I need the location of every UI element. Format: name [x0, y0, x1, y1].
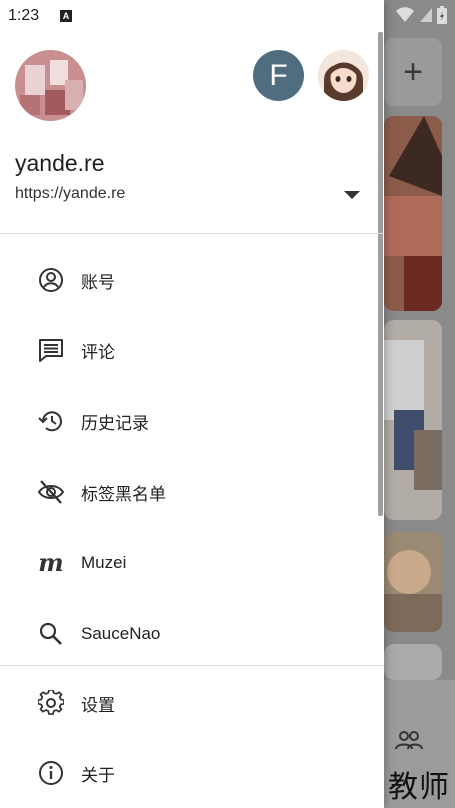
- account-f-avatar[interactable]: F: [253, 50, 304, 101]
- image-card[interactable]: [384, 532, 442, 632]
- status-time: 1:23: [8, 7, 40, 24]
- image-card[interactable]: [384, 320, 442, 520]
- image-card[interactable]: [384, 644, 442, 680]
- image-thumbnail: [384, 116, 442, 311]
- menu-item-label: 标签黑名单: [81, 484, 166, 504]
- watermark-text: 教师: [388, 770, 450, 805]
- menu-item-muzei[interactable]: m Muzei: [0, 531, 384, 595]
- gear-icon: [37, 689, 65, 717]
- menu-item-saucenao[interactable]: SauceNao: [0, 602, 384, 666]
- history-icon: [37, 407, 65, 435]
- menu-item-account[interactable]: 账号: [0, 248, 384, 312]
- image-thumbnail: [384, 532, 442, 632]
- search-icon: [37, 620, 65, 648]
- eye-off-icon: [37, 478, 65, 506]
- profile-site-url: https://yande.re: [15, 185, 126, 202]
- menu-item-comments[interactable]: 评论: [0, 318, 384, 382]
- divider: [0, 665, 384, 666]
- info-icon: [37, 759, 65, 787]
- profile-avatar[interactable]: [15, 50, 86, 121]
- notification-badge: A: [60, 10, 72, 22]
- menu-item-label: 账号: [81, 272, 115, 292]
- people-icon[interactable]: [395, 730, 423, 756]
- divider: [0, 233, 384, 234]
- wifi-icon: [396, 7, 414, 22]
- menu-item-label: Muzei: [81, 553, 127, 572]
- menu-item-label: 历史记录: [81, 413, 149, 433]
- account-circle-icon: [37, 266, 65, 294]
- menu-item-tag-blacklist[interactable]: 标签黑名单: [0, 460, 384, 524]
- account-anime-avatar[interactable]: [318, 50, 369, 101]
- account-dropdown-icon[interactable]: [344, 191, 360, 199]
- status-bar: 1:23 A: [0, 0, 455, 32]
- menu-item-label: 设置: [81, 695, 115, 715]
- signal-icon: [420, 8, 432, 22]
- menu-item-about[interactable]: 关于: [0, 741, 384, 805]
- status-icons: [395, 6, 447, 24]
- menu-item-label: SauceNao: [81, 624, 161, 643]
- image-card[interactable]: [384, 116, 442, 311]
- muzei-icon: m: [38, 548, 64, 577]
- profile-site-title: yande.re: [15, 150, 105, 176]
- image-thumbnail: [384, 320, 442, 520]
- comment-icon: [37, 336, 65, 364]
- menu-item-label: 关于: [81, 765, 115, 785]
- battery-icon: [437, 6, 447, 24]
- menu-item-label: 评论: [81, 342, 115, 362]
- navigation-drawer: F yande.re https://yande.re 账号 评论 历史记录 标…: [0, 0, 384, 808]
- menu-item-settings[interactable]: 设置: [0, 671, 384, 735]
- menu-item-history[interactable]: 历史记录: [0, 389, 384, 453]
- add-button[interactable]: +: [384, 38, 442, 106]
